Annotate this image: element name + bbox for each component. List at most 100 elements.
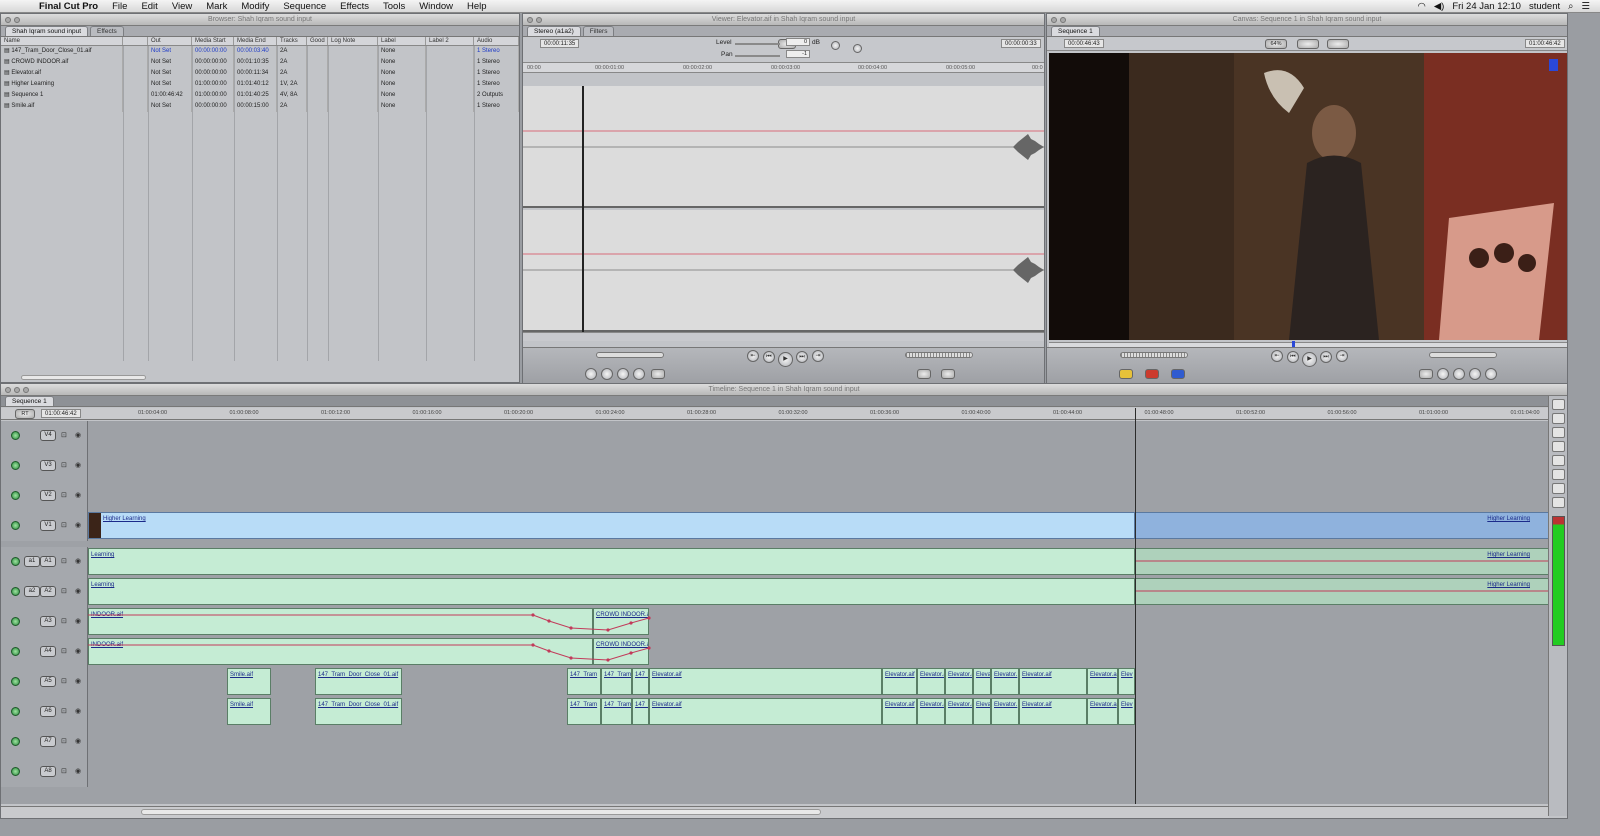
menu-app-name[interactable]: Final Cut Pro (32, 1, 105, 12)
tab-sequence[interactable]: Sequence 1 (1051, 26, 1100, 36)
track-lane[interactable] (88, 421, 1549, 451)
audio-clip-crowd-a3-end[interactable]: CROWD INDOOR.aif (593, 608, 649, 635)
tab-stereo[interactable]: Stereo (a1a2) (527, 26, 581, 36)
tab-project[interactable]: Shah Iqram sound input (5, 26, 89, 36)
monitor-icon[interactable]: ◉ (75, 491, 81, 499)
overwrite-edit-icon[interactable] (1145, 369, 1159, 379)
audio-clip-elevator-a6[interactable]: Elevator.aif (1019, 698, 1087, 725)
menubar-user[interactable]: student (1529, 1, 1560, 12)
monitor-icon[interactable]: ◉ (75, 521, 81, 529)
mark-in-icon[interactable] (633, 368, 645, 380)
monitor-icon[interactable]: ◉ (75, 557, 81, 565)
track-lane[interactable] (88, 451, 1549, 481)
visibility-icon[interactable] (11, 617, 20, 626)
audio-clip-elevator-a5[interactable]: Elevator.aif (882, 668, 917, 695)
volume-icon[interactable]: ◀) (1434, 1, 1444, 12)
destination-patch[interactable]: A3 (40, 616, 56, 627)
menu-modify[interactable]: Modify (234, 1, 276, 12)
audio-clip-elevator-a6[interactable]: Elevator.aif (882, 698, 917, 725)
destination-patch[interactable]: A8 (40, 766, 56, 777)
monitor-icon[interactable]: ◉ (75, 677, 81, 685)
visibility-icon[interactable] (11, 767, 20, 776)
lock-icon[interactable]: ⊡ (61, 707, 67, 715)
audio-clip-tram-a5[interactable]: 147_Tram_Door_Close_01.aif (315, 668, 402, 695)
overlay-popup-icon[interactable] (1327, 39, 1349, 49)
viewer-zoom-scroll[interactable] (523, 332, 1044, 341)
visibility-icon[interactable] (11, 737, 20, 746)
audio-clip-tram-a5[interactable]: 147_Tram (567, 668, 601, 695)
add-marker-icon[interactable] (1419, 369, 1433, 379)
canvas-current-timecode[interactable]: 01:00:46:42 (1525, 39, 1565, 48)
audio-clip-smile-a6[interactable]: Smile.aif (227, 698, 271, 725)
tab-filters[interactable]: Filters (582, 26, 615, 36)
viewer-shuttle[interactable] (596, 352, 664, 358)
tab-effects[interactable]: Effects (90, 26, 124, 36)
menu-view[interactable]: View (165, 1, 199, 12)
close-icon[interactable] (5, 17, 11, 23)
audio-clip-tram-a6[interactable]: 147_Tram (601, 698, 632, 725)
timeline-scrollbar[interactable] (1, 806, 1549, 818)
lock-icon[interactable]: ⊡ (61, 491, 67, 499)
lock-icon[interactable]: ⊡ (61, 767, 67, 775)
browser-row[interactable]: ▤ Higher Learning Not Set 01:00:00:00 01:01… (1, 79, 519, 90)
audio-clip-a2-tail[interactable]: Higher Learning (1135, 578, 1549, 605)
menubar-clock[interactable]: Fri 24 Jan 12:10 (1452, 1, 1521, 12)
menu-sequence[interactable]: Sequence (276, 1, 333, 12)
col-label2[interactable]: Label 2 (426, 37, 474, 45)
destination-patch[interactable]: A4 (40, 646, 56, 657)
audio-clip-elevator-a6[interactable]: Elevator.a (917, 698, 945, 725)
col-audio[interactable]: Audio (474, 37, 519, 45)
viewer-current-timecode[interactable]: 00:00:00:33 (1001, 39, 1041, 48)
generator-icon[interactable] (941, 369, 955, 379)
list-icon[interactable]: ☰ (1581, 1, 1590, 12)
insert-edit-icon[interactable] (1119, 369, 1133, 379)
play-around-icon[interactable]: ⇥ (812, 350, 824, 362)
audio-clip-elevator-a5[interactable]: Eleva (973, 668, 991, 695)
close-icon[interactable] (527, 17, 533, 23)
audio-clip-a1[interactable]: Learning (88, 548, 1135, 575)
audio-clip-elevator-a6[interactable]: Elevator. (991, 698, 1019, 725)
track-lane[interactable] (88, 727, 1549, 757)
minimize-icon[interactable] (14, 17, 20, 23)
audio-clip-elevator-a5[interactable]: Elevator.aif (649, 668, 882, 695)
track-select-tool-icon[interactable] (1551, 427, 1565, 438)
next-edit-icon[interactable]: ⏭ (796, 351, 808, 363)
audio-clip-tram-a5[interactable]: 147_ (632, 668, 649, 695)
visibility-icon[interactable] (11, 491, 20, 500)
col-good[interactable]: Good (307, 37, 328, 45)
crop-tool-icon[interactable] (1551, 483, 1565, 494)
audio-clip-smile-a5[interactable]: Smile.aif (227, 668, 271, 695)
next-edit-icon[interactable]: ⏭ (1320, 351, 1332, 363)
audio-clip-a1-tail[interactable]: Higher Learning (1135, 548, 1549, 575)
viewer-ruler[interactable]: 00:00 00:00:01:00 00:00:02:00 00:00:03:0… (523, 63, 1044, 73)
browser-row[interactable]: ▤ CROWD INDOOR.aif Not Set 00:00:00:00 00:0… (1, 57, 519, 68)
audio-clip-elevator-a5[interactable]: Elevator.a (1087, 668, 1118, 695)
timeline-titlebar[interactable]: Timeline: Sequence 1 in Shah Iqram sound… (1, 384, 1567, 396)
mark-clip-icon[interactable] (1485, 368, 1497, 380)
lock-icon[interactable]: ⊡ (61, 521, 67, 529)
col-media-start[interactable]: Media Start (192, 37, 234, 45)
monitor-icon[interactable]: ◉ (75, 737, 81, 745)
destination-patch[interactable]: A6 (40, 706, 56, 717)
pan-slider[interactable] (735, 55, 780, 57)
lock-icon[interactable]: ⊡ (61, 617, 67, 625)
pen-tool-icon[interactable] (1551, 497, 1565, 508)
visibility-icon[interactable] (11, 707, 20, 716)
zoom-popup[interactable]: 64% (1265, 39, 1287, 49)
selection-tool-icon[interactable] (1551, 399, 1565, 410)
browser-row[interactable]: ▤ Elevator.aif Not Set 00:00:00:00 00:00:11… (1, 68, 519, 79)
viewer-jog[interactable] (905, 352, 973, 358)
audio-clip-tram-a6[interactable]: 147_Tram (567, 698, 601, 725)
video-clip-higher-learning[interactable]: Higher Learning (88, 512, 1135, 539)
col-tracks[interactable]: Tracks (277, 37, 307, 45)
audio-clip-elevator-a5[interactable]: Elevator.a (917, 668, 945, 695)
destination-patch[interactable]: A5 (40, 676, 56, 687)
lock-icon[interactable]: ⊡ (61, 557, 67, 565)
lock-icon[interactable]: ⊡ (61, 461, 67, 469)
play-in-to-out-icon[interactable]: ⇤ (1271, 350, 1283, 362)
audio-clip-crowd-a3[interactable]: INDOOR.aif (88, 608, 593, 635)
audio-clip-elevator-a5[interactable]: Elevator.a (945, 668, 973, 695)
audio-clip-elevator-a6[interactable]: Elevator.a (945, 698, 973, 725)
menu-window[interactable]: Window (412, 1, 460, 12)
col-media-end[interactable]: Media End (234, 37, 277, 45)
